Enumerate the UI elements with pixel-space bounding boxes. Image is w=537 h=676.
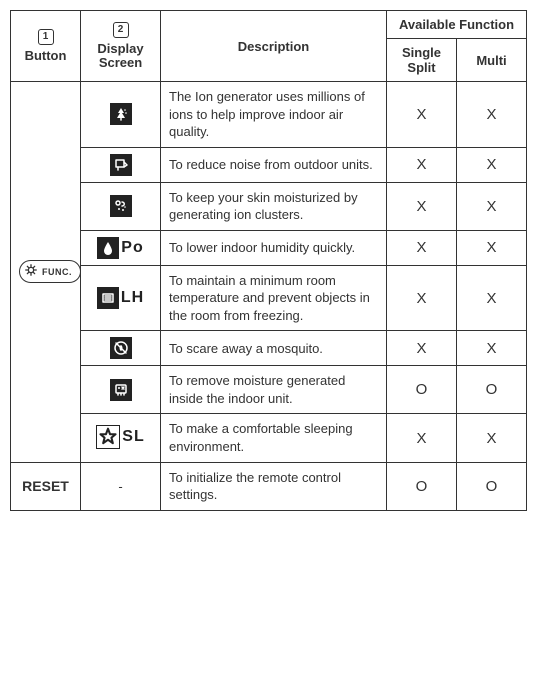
single-split-cell: X: [387, 82, 457, 148]
table-row: To reduce noise from outdoor units.XX: [11, 147, 527, 182]
multi-cell: X: [457, 230, 527, 265]
display-cell: -: [81, 462, 161, 510]
description-cell: To lower indoor humidity quickly.: [161, 230, 387, 265]
multi-cell: X: [457, 147, 527, 182]
header-single-split: Single Split: [387, 39, 457, 82]
display-cell: SL: [81, 414, 161, 462]
table-row: FUNC.The Ion generator uses millions of …: [11, 82, 527, 148]
single-split-cell: X: [387, 147, 457, 182]
description-cell: The Ion generator uses millions of ions …: [161, 82, 387, 148]
moisturize-icon: [110, 195, 132, 217]
single-split-cell: X: [387, 182, 457, 230]
button-cell-reset: RESET: [11, 462, 81, 510]
multi-cell: X: [457, 82, 527, 148]
gear-icon: [24, 263, 38, 280]
multi-cell: X: [457, 414, 527, 462]
dry-icon: [110, 379, 132, 401]
description-cell: To scare away a mosquito.: [161, 331, 387, 366]
description-cell: To make a comfortable sleeping environme…: [161, 414, 387, 462]
button-cell-func: FUNC.: [11, 82, 81, 463]
single-split-cell: X: [387, 331, 457, 366]
function-table: 1 Button 2 Display Screen Description Av…: [10, 10, 527, 511]
mosquito-icon: [110, 337, 132, 359]
multi-cell: X: [457, 182, 527, 230]
display-side-text: Po: [121, 239, 143, 257]
sleep-icon: [96, 425, 120, 449]
table-row: LH To maintain a minimum room temperature…: [11, 265, 527, 331]
single-split-cell: O: [387, 462, 457, 510]
func-button: FUNC.: [19, 260, 81, 283]
display-cell: LH: [81, 265, 161, 331]
multi-cell: O: [457, 366, 527, 414]
drop-icon: [97, 237, 119, 259]
single-split-cell: X: [387, 265, 457, 331]
header-description: Description: [161, 11, 387, 82]
description-cell: To initialize the remote control setting…: [161, 462, 387, 510]
header-multi: Multi: [457, 39, 527, 82]
multi-cell: X: [457, 265, 527, 331]
header-available-function: Available Function: [387, 11, 527, 39]
ion-icon: [110, 103, 132, 125]
single-split-cell: X: [387, 230, 457, 265]
display-side-text: SL: [122, 428, 144, 446]
description-cell: To remove moisture generated inside the …: [161, 366, 387, 414]
header-display: 2 Display Screen: [81, 11, 161, 82]
description-cell: To keep your skin moisturized by generat…: [161, 182, 387, 230]
table-row: To remove moisture generated inside the …: [11, 366, 527, 414]
header-display-num: 2: [113, 22, 129, 38]
table-row: To scare away a mosquito.XX: [11, 331, 527, 366]
display-side-text: LH: [121, 289, 144, 307]
lh-icon: [97, 287, 119, 309]
noise-icon: [110, 154, 132, 176]
table-row-reset: RESET-To initialize the remote control s…: [11, 462, 527, 510]
header-button: 1 Button: [11, 11, 81, 82]
func-button-label: FUNC.: [42, 267, 72, 277]
display-cell: [81, 182, 161, 230]
table-row: SL To make a comfortable sleeping environ…: [11, 414, 527, 462]
single-split-cell: O: [387, 366, 457, 414]
header-button-num: 1: [38, 29, 54, 45]
header-display-label: Display Screen: [89, 42, 152, 71]
multi-cell: X: [457, 331, 527, 366]
display-cell: [81, 82, 161, 148]
display-cell: [81, 331, 161, 366]
description-cell: To maintain a minimum room temperature a…: [161, 265, 387, 331]
table-row: To keep your skin moisturized by generat…: [11, 182, 527, 230]
display-cell: [81, 147, 161, 182]
display-cell: Po: [81, 230, 161, 265]
multi-cell: O: [457, 462, 527, 510]
single-split-cell: X: [387, 414, 457, 462]
table-row: PoTo lower indoor humidity quickly.XX: [11, 230, 527, 265]
display-cell: [81, 366, 161, 414]
description-cell: To reduce noise from outdoor units.: [161, 147, 387, 182]
header-button-label: Button: [25, 49, 67, 63]
